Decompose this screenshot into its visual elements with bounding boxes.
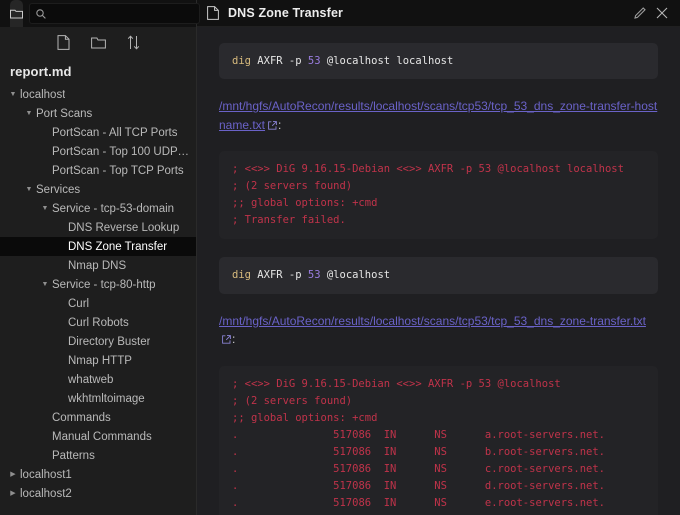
chevron-down-icon[interactable]: ▼: [22, 110, 36, 117]
chevron-down-icon[interactable]: ▼: [38, 281, 52, 288]
sidebar-item-curl[interactable]: Curl: [0, 294, 196, 313]
search-input[interactable]: [51, 7, 193, 20]
command-port: 53: [307, 269, 321, 282]
sidebar-item-label: Curl Robots: [68, 316, 129, 329]
command-target: @localhost: [326, 269, 391, 282]
sidebar-item-patterns[interactable]: Patterns: [0, 446, 196, 465]
sidebar-item-label: Commands: [52, 411, 111, 424]
sidebar-tabbar: [0, 0, 200, 27]
sidebar-tree[interactable]: report.md ▼ localhost ▼ Port Scans PortScan …: [0, 53, 196, 515]
sidebar-item-nmap-dns[interactable]: Nmap DNS: [0, 256, 196, 275]
sidebar-item-label: DNS Reverse Lookup: [68, 221, 180, 234]
sort-icon[interactable]: [125, 34, 142, 51]
command-code-block: dig AXFR -p 53 @localhost localhost: [219, 43, 658, 80]
sidebar-item-service-tcp-80-http[interactable]: ▼ Service - tcp-80-http: [0, 275, 196, 294]
sidebar-item-label: Nmap HTTP: [68, 354, 132, 367]
page-title: DNS Zone Transfer: [228, 6, 344, 20]
command-args: AXFR -p: [257, 269, 302, 282]
new-file-icon[interactable]: [55, 34, 72, 51]
command-name: dig: [232, 55, 251, 67]
sidebar-item-localhost[interactable]: ▼ localhost: [0, 85, 196, 104]
sidebar-item-label: Directory Buster: [68, 335, 151, 348]
app-window: report.md ▼ localhost ▼ Port Scans PortScan …: [0, 0, 680, 515]
sidebar-item-label: whatweb: [68, 373, 114, 386]
sidebar-item-label: Manual Commands: [52, 430, 152, 443]
sidebar-item-label: Port Scans: [36, 107, 93, 120]
sidebar-item-portscan-all-tcp-ports[interactable]: PortScan - All TCP Ports: [0, 123, 196, 142]
link-suffix: :: [232, 332, 236, 347]
main-pane: DNS Zone Transfer dig AXFR -p 53 @localh…: [197, 0, 680, 515]
search-field[interactable]: [29, 3, 200, 24]
command-port: 53: [307, 55, 321, 67]
link-suffix: :: [278, 117, 282, 132]
sidebar-item-label: Patterns: [52, 449, 95, 462]
sidebar-toolbar: [0, 27, 196, 53]
sidebar-item-label: Service - tcp-80-http: [52, 278, 156, 291]
command-name: dig: [232, 269, 251, 282]
command-code-block: dig AXFR -p 53 @localhost: [219, 257, 658, 294]
sidebar-item-wkhtmltoimage[interactable]: wkhtmltoimage: [0, 389, 196, 408]
sidebar-item-localhost1[interactable]: ▶ localhost1: [0, 465, 196, 484]
sidebar-item-label: localhost: [20, 88, 66, 101]
document-icon: [207, 6, 219, 20]
document-content: dig AXFR -p 53 @localhost localhost/mnt/…: [197, 27, 680, 515]
sidebar-item-port-scans[interactable]: ▼ Port Scans: [0, 104, 196, 123]
sidebar-item-manual-commands[interactable]: Manual Commands: [0, 427, 196, 446]
sidebar: report.md ▼ localhost ▼ Port Scans PortScan …: [0, 0, 200, 515]
sidebar-item-nmap-http[interactable]: Nmap HTTP: [0, 351, 196, 370]
sidebar-item-label: wkhtmltoimage: [68, 392, 145, 405]
sidebar-item-label: DNS Zone Transfer: [68, 240, 168, 253]
chevron-right-icon[interactable]: ▶: [6, 490, 20, 497]
sidebar-item-label: localhost1: [20, 468, 72, 481]
chevron-down-icon[interactable]: ▼: [38, 205, 52, 212]
close-icon[interactable]: [652, 3, 672, 23]
sidebar-item-directory-buster[interactable]: Directory Buster: [0, 332, 196, 351]
external-link-icon[interactable]: [222, 331, 231, 350]
sidebar-item-label: Services: [36, 183, 81, 196]
result-file-path[interactable]: /mnt/hgfs/AutoRecon/results/localhost/sc…: [219, 314, 646, 328]
sidebar-item-service-tcp-53-domain[interactable]: ▼ Service - tcp-53-domain: [0, 199, 196, 218]
chevron-down-icon[interactable]: ▼: [6, 91, 20, 98]
folder-icon: [10, 8, 23, 19]
new-folder-icon[interactable]: [90, 34, 107, 51]
command-output-block: ; <<>> DiG 9.16.15-Debian <<>> AXFR -p 5…: [219, 151, 658, 240]
command-args: AXFR -p: [257, 55, 302, 67]
sidebar-item-portscan-top-tcp-ports[interactable]: PortScan - Top TCP Ports: [0, 161, 196, 180]
sidebar-item-services[interactable]: ▼ Services: [0, 180, 196, 199]
command-target: @localhost localhost: [326, 55, 454, 67]
result-file-link[interactable]: /mnt/hgfs/AutoRecon/results/localhost/sc…: [219, 97, 658, 135]
sidebar-item-label: Curl: [68, 297, 90, 310]
tree-items-host: ▼ localhost ▼ Port Scans PortScan - All TCP …: [0, 85, 196, 503]
result-file-path[interactable]: /mnt/hgfs/AutoRecon/results/localhost/sc…: [219, 99, 657, 132]
pencil-icon[interactable]: [630, 3, 650, 23]
sidebar-item-commands[interactable]: Commands: [0, 408, 196, 427]
sidebar-item-label: localhost2: [20, 487, 72, 500]
chevron-down-icon[interactable]: ▼: [22, 186, 36, 193]
sidebar-item-label: Service - tcp-53-domain: [52, 202, 175, 215]
root-file-title: report.md: [10, 64, 72, 79]
folder-tab-button[interactable]: [10, 0, 23, 27]
sidebar-item-label: PortScan - Top 100 UDP Ports: [52, 145, 192, 158]
command-output-block: ; <<>> DiG 9.16.15-Debian <<>> AXFR -p 5…: [219, 365, 658, 515]
sidebar-item-label: PortScan - Top TCP Ports: [52, 164, 184, 177]
sidebar-item-curl-robots[interactable]: Curl Robots: [0, 313, 196, 332]
sidebar-item-label: PortScan - All TCP Ports: [52, 126, 178, 139]
sidebar-item-dns-reverse-lookup[interactable]: DNS Reverse Lookup: [0, 218, 196, 237]
sections-host: dig AXFR -p 53 @localhost localhost/mnt/…: [219, 43, 658, 515]
sidebar-item-whatweb[interactable]: whatweb: [0, 370, 196, 389]
sidebar-item-label: Nmap DNS: [68, 259, 127, 272]
sidebar-item-portscan-top-100-udp-ports[interactable]: PortScan - Top 100 UDP Ports: [0, 142, 196, 161]
search-icon: [36, 8, 46, 19]
result-file-link[interactable]: /mnt/hgfs/AutoRecon/results/localhost/sc…: [219, 312, 658, 350]
sidebar-item-dns-zone-transfer[interactable]: DNS Zone Transfer: [0, 237, 196, 256]
external-link-icon[interactable]: [268, 117, 277, 136]
chevron-right-icon[interactable]: ▶: [6, 471, 20, 478]
main-header: DNS Zone Transfer: [197, 0, 680, 27]
sidebar-item-localhost2[interactable]: ▶ localhost2: [0, 484, 196, 503]
